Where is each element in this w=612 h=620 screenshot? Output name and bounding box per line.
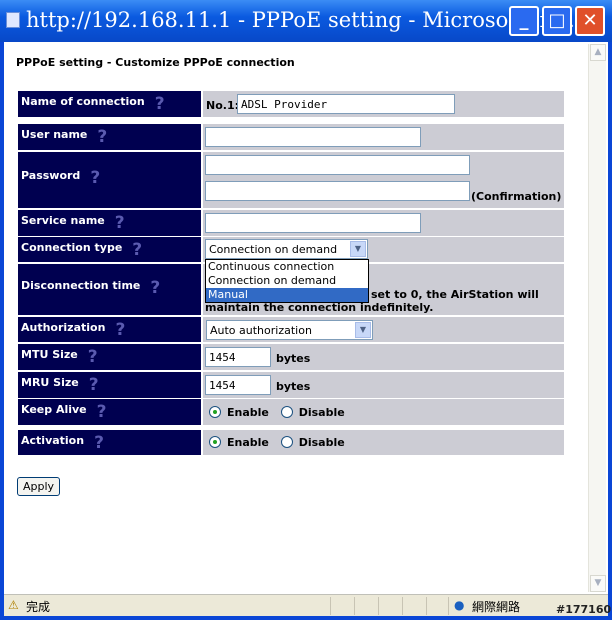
keepalive-disable-radio[interactable] [280,406,293,418]
disable-label: Disable [298,406,345,419]
confirmation-label: (Confirmation) [471,190,562,203]
title-bar: http://192.168.11.1 - PPPoE setting - Mi… [0,0,612,42]
connection-number: No.1: [206,99,239,112]
value-activation: Enable Disable [203,430,564,455]
label-user-name: User name? [18,124,201,150]
chevron-down-icon[interactable]: ▼ [355,322,371,338]
globe-icon: ● [454,598,465,612]
label-text: User name [21,128,88,141]
mtu-input[interactable] [205,347,271,367]
warning-icon: ⚠ [8,598,19,612]
label-connection-type: Connection type? [18,237,201,262]
value-name: No.1: [203,91,564,117]
help-icon[interactable]: ? [94,433,104,453]
minimize-button[interactable]: _ [509,6,539,36]
help-icon[interactable]: ? [115,213,125,233]
label-service-name: Service name? [18,210,201,236]
enable-label: Enable [227,406,269,419]
divider [448,597,449,615]
label-text: MRU Size [21,376,79,389]
password-input[interactable] [205,155,470,175]
label-text: Authorization [21,321,106,334]
service-name-input[interactable] [205,213,421,233]
option-manual[interactable]: Manual [206,288,368,302]
connection-type-dropdown[interactable]: Continuous connection Connection on dema… [205,259,369,303]
help-icon[interactable]: ? [97,402,107,422]
zone-text: 網際網路 [472,600,521,614]
value-keep-alive: Enable Disable [203,399,564,425]
help-icon[interactable]: ? [150,278,160,298]
activation-disable-radio[interactable] [280,436,293,448]
divider [330,597,331,615]
maximize-button[interactable]: □ [542,6,572,36]
label-password: Password? [18,152,201,208]
connection-type-select[interactable]: Connection on demand ▼ [205,239,368,259]
value-user [203,124,564,150]
enable-label: Enable [227,436,269,449]
divider [402,597,403,615]
authorization-select[interactable]: Auto authorization ▼ [206,320,373,340]
status-text: 完成 [26,600,51,614]
divider [378,597,379,615]
help-icon[interactable]: ? [88,347,98,367]
help-icon[interactable]: ? [132,240,142,260]
label-text: Keep Alive [21,403,87,416]
scroll-up-icon[interactable]: ▲ [590,44,606,61]
value-mtu: bytes [203,344,564,370]
value-authorization: Auto authorization ▼ [203,317,564,342]
label-keep-alive: Keep Alive? [18,399,201,425]
help-icon[interactable]: ? [97,127,107,147]
close-button[interactable]: ✕ [575,6,605,36]
help-icon[interactable]: ? [90,168,100,188]
label-text: Connection type [21,241,123,254]
label-text: Activation [21,434,85,447]
connection-name-input[interactable] [237,94,455,114]
value-mru: bytes [203,372,564,398]
label-disconnection-time: Disconnection time? [18,264,201,315]
label-mtu-size: MTU Size? [18,344,201,370]
label-name-of-connection: Name of connection? [18,91,201,117]
help-icon[interactable]: ? [89,375,99,395]
mru-unit: bytes [276,380,311,393]
password-confirm-input[interactable] [205,181,470,201]
mru-input[interactable] [205,375,271,395]
scroll-down-icon[interactable]: ▼ [590,575,606,592]
help-icon[interactable]: ? [155,94,165,114]
selected-value: Connection on demand [209,243,338,256]
divider [426,597,427,615]
activation-enable-radio[interactable] [209,436,221,448]
label-text: Disconnection time [21,279,141,292]
keepalive-enable-radio[interactable] [209,406,221,418]
ie-page-icon [6,12,20,28]
label-text: MTU Size [21,348,78,361]
label-text: Password [21,169,81,182]
user-name-input[interactable] [205,127,421,147]
divider [354,597,355,615]
label-activation: Activation? [18,430,201,455]
label-text: Name of connection [21,95,145,108]
watermark: #177160 [556,603,612,616]
value-password: (Confirmation) [203,152,564,208]
option-on-demand[interactable]: Connection on demand [206,274,368,288]
help-icon[interactable]: ? [115,320,125,340]
label-text: Service name [21,214,105,227]
window-title: http://192.168.11.1 - PPPoE setting - Mi… [26,8,582,32]
label-authorization: Authorization? [18,317,201,342]
vertical-scrollbar[interactable]: ▲ ▼ [588,44,606,592]
disconnect-note-1: set to 0, the AirStation will [371,288,539,301]
page-content: ▲ ▼ PPPoE setting - Customize PPPoE conn… [4,42,608,594]
page-title: PPPoE setting - Customize PPPoE connecti… [16,56,295,69]
option-continuous[interactable]: Continuous connection [206,260,368,274]
label-mru-size: MRU Size? [18,372,201,398]
value-service [203,210,564,236]
status-bar: ⚠ 完成 ● 網際網路 #177160 [4,594,612,616]
disable-label: Disable [298,436,345,449]
mtu-unit: bytes [276,352,311,365]
apply-button[interactable]: Apply [17,477,61,496]
chevron-down-icon[interactable]: ▼ [350,241,366,257]
selected-value: Auto authorization [210,324,312,337]
